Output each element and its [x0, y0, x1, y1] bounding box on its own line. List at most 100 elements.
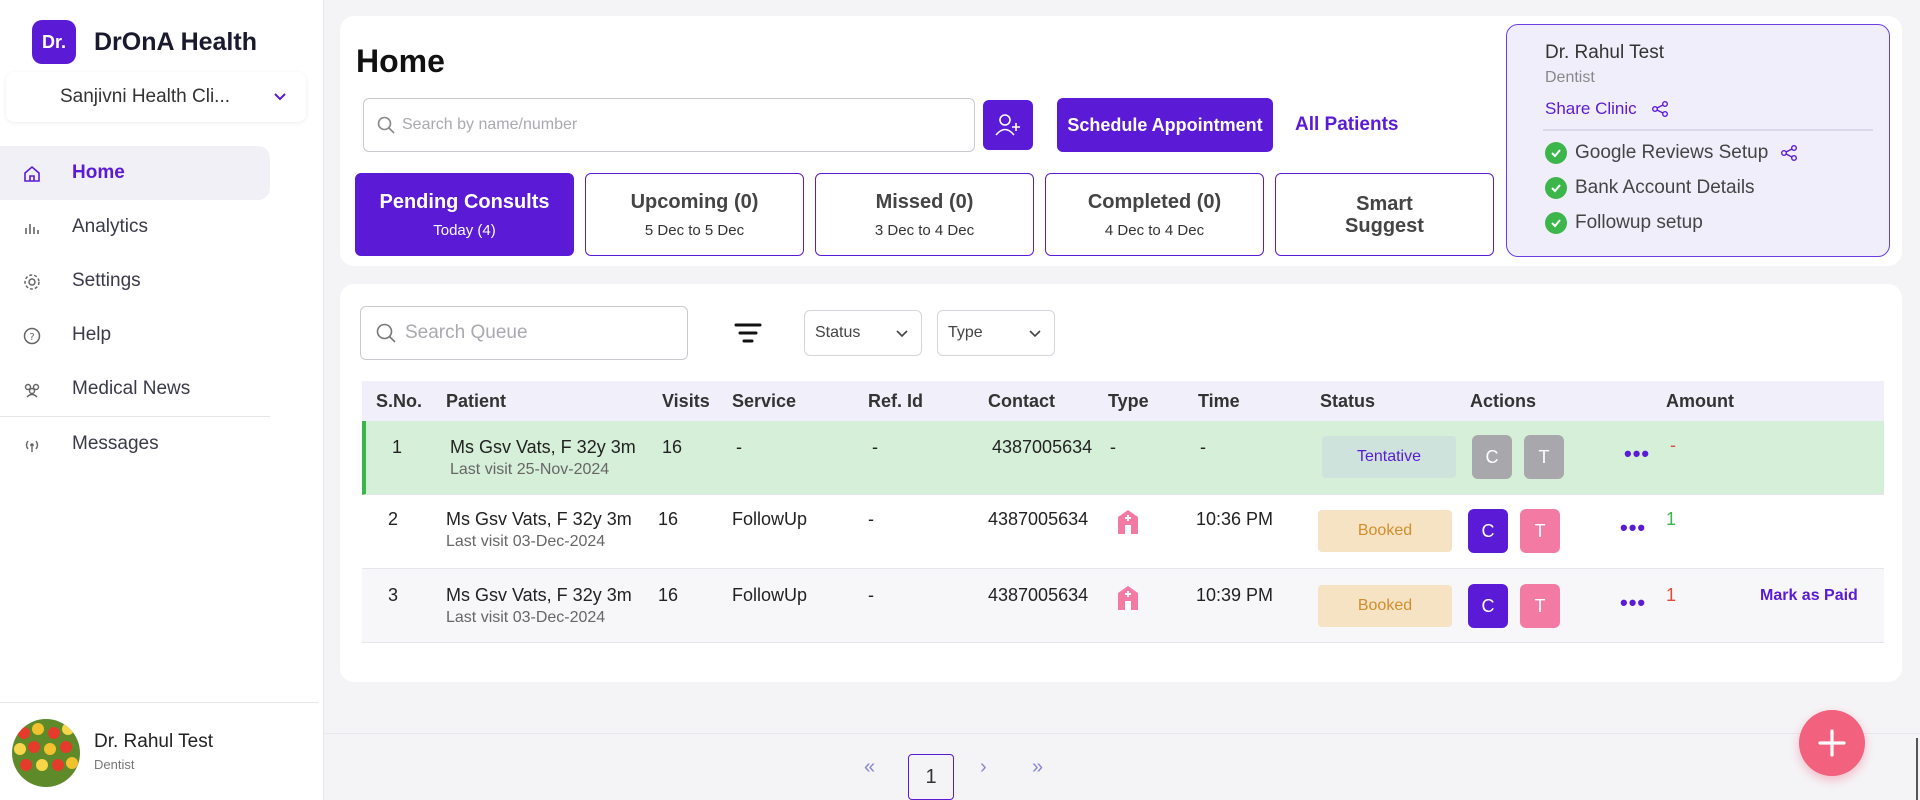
sidebar-item-messages[interactable]: Messages [0, 417, 324, 471]
sidebar-item-label: Analytics [72, 216, 149, 237]
check-circle-icon [1545, 142, 1567, 164]
sidebar-item-analytics[interactable]: Analytics [0, 200, 324, 254]
more-options-icon[interactable]: ••• [1620, 590, 1646, 616]
all-patients-link[interactable]: All Patients [1295, 114, 1398, 136]
consult-button[interactable]: C [1472, 435, 1512, 479]
chevron-down-icon [896, 330, 908, 338]
col-time: Time [1198, 391, 1240, 411]
col-type: Type [1108, 391, 1149, 411]
mark-as-paid-link[interactable]: Mark as Paid [1760, 587, 1858, 605]
col-actions: Actions [1470, 391, 1537, 411]
search-placeholder: Search by name/number [402, 116, 578, 133]
patient-search-input[interactable]: Search by name/number [363, 98, 975, 152]
add-patient-button[interactable] [983, 100, 1033, 150]
tab-upcoming[interactable]: Upcoming (0) 5 Dec to 5 Dec [585, 173, 804, 256]
checklist-label: Followup setup [1575, 212, 1703, 233]
profile-divider [1543, 129, 1873, 131]
cell-patient[interactable]: Ms Gsv Vats, F 32y 3m [446, 509, 632, 530]
tab-title: Pending Consults [379, 190, 550, 213]
cell-sno: 2 [388, 509, 399, 529]
schedule-appointment-button[interactable]: Schedule Appointment [1057, 98, 1273, 152]
tab-subtitle: 4 Dec to 4 Dec [1104, 221, 1205, 239]
checklist-bank-account[interactable]: Bank Account Details [1545, 177, 1755, 199]
cell-time: 10:36 PM [1196, 509, 1274, 529]
queue-table: S.No. Patient Visits Service Ref. Id Con… [362, 381, 1884, 643]
table-row[interactable]: 2 Ms Gsv Vats, F 32y 3m Last visit 03-De… [362, 495, 1884, 569]
cell-last-visit: Last visit 25-Nov-2024 [450, 461, 610, 478]
sidebar-nav: Home Analytics Settings ? Help Medical N… [0, 146, 324, 471]
consult-button[interactable]: C [1468, 584, 1508, 628]
teleconsult-button[interactable]: T [1520, 584, 1560, 628]
cell-visits: 16 [658, 585, 679, 605]
share-clinic-link[interactable]: Share Clinic [1545, 99, 1669, 119]
consult-button[interactable]: C [1468, 509, 1508, 553]
share-icon[interactable] [1780, 144, 1798, 162]
type-filter-dropdown[interactable]: Type [937, 310, 1055, 356]
first-page-button[interactable]: « [864, 756, 875, 779]
sidebar-item-medical-news[interactable]: Medical News [0, 362, 324, 416]
cell-time: - [1200, 437, 1206, 457]
tab-subtitle: Today (4) [433, 221, 496, 239]
cell-patient[interactable]: Ms Gsv Vats, F 32y 3m [450, 437, 636, 458]
sidebar-item-label: Home [72, 162, 125, 183]
tab-missed[interactable]: Missed (0) 3 Dec to 4 Dec [815, 173, 1034, 256]
clinic-selector-value: Sanjivni Health Cli... [60, 86, 231, 107]
cell-contact: 4387005634 [988, 585, 1089, 605]
avatar [12, 719, 80, 787]
table-row[interactable]: 3 Ms Gsv Vats, F 32y 3m Last visit 03-De… [362, 569, 1884, 643]
cell-type: - [1110, 437, 1116, 457]
status-badge[interactable]: Tentative [1322, 436, 1456, 478]
status-filter-dropdown[interactable]: Status [804, 310, 922, 356]
brand-name: DrOnA Health [94, 27, 257, 56]
cell-contact: 4387005634 [988, 509, 1089, 529]
brand[interactable]: Dr. DrOnA Health [32, 20, 257, 64]
filter-icon[interactable] [734, 322, 762, 344]
next-page-button[interactable]: › [980, 756, 987, 779]
tab-pending-consults[interactable]: Pending Consults Today (4) [355, 173, 574, 256]
checklist-google-reviews[interactable]: Google Reviews Setup [1545, 142, 1798, 164]
consult-tabs: Pending Consults Today (4) Upcoming (0) … [355, 173, 1494, 256]
status-badge[interactable]: Booked [1318, 510, 1452, 552]
current-page[interactable]: 1 [908, 754, 954, 800]
queue-card: Search Queue Status Type S.No. Patient V… [340, 284, 1902, 682]
cell-service: FollowUp [732, 585, 808, 605]
sidebar-item-help[interactable]: ? Help [0, 308, 324, 362]
table-row[interactable]: 1 Ms Gsv Vats, F 32y 3m Last visit 25-No… [362, 421, 1884, 495]
plus-icon [1818, 729, 1846, 757]
user-role: Dentist [94, 757, 135, 772]
tab-subtitle: 5 Dec to 5 Dec [644, 221, 745, 239]
sidebar-item-settings[interactable]: Settings [0, 254, 324, 308]
last-page-button[interactable]: » [1032, 756, 1043, 779]
cell-contact: 4387005634 [992, 437, 1093, 457]
col-patient: Patient [446, 391, 507, 411]
add-fab-button[interactable] [1799, 710, 1865, 776]
clinic-selector[interactable]: Sanjivni Health Cli... [6, 72, 306, 122]
more-options-icon[interactable]: ••• [1620, 515, 1646, 541]
user-profile-footer[interactable]: Dr. Rahul Test Dentist [0, 702, 318, 800]
sidebar-item-home[interactable]: Home [0, 146, 270, 200]
queue-search-input[interactable]: Search Queue [360, 306, 688, 360]
tab-completed[interactable]: Completed (0) 4 Dec to 4 Dec [1045, 173, 1264, 256]
tab-title: Smart Suggest [1345, 192, 1424, 237]
sidebar-item-label: Settings [72, 270, 141, 291]
profile-setup-panel: Dr. Rahul Test Dentist Share Clinic Goog… [1506, 24, 1890, 257]
tab-smart-suggest[interactable]: Smart Suggest [1275, 173, 1494, 256]
tab-title: Missed (0) [875, 190, 974, 213]
bar-chart-icon [25, 224, 39, 234]
table-header: S.No. Patient Visits Service Ref. Id Con… [362, 381, 1884, 421]
sidebar: Dr. DrOnA Health Sanjivni Health Cli... … [0, 0, 324, 800]
status-badge[interactable]: Booked [1318, 585, 1452, 627]
teleconsult-button[interactable]: T [1520, 509, 1560, 553]
cell-patient[interactable]: Ms Gsv Vats, F 32y 3m [446, 585, 632, 606]
pagination: « 1 › » [324, 733, 1920, 800]
more-options-icon[interactable]: ••• [1624, 441, 1650, 467]
add-user-icon [995, 114, 1020, 136]
teleconsult-button[interactable]: T [1524, 435, 1564, 479]
help-circle-icon: ? [23, 327, 41, 345]
broadcast-icon [25, 440, 39, 452]
svg-text:?: ? [29, 332, 34, 343]
scrollbar[interactable] [1916, 738, 1918, 800]
cell-ref-id: - [872, 437, 878, 457]
checklist-followup-setup[interactable]: Followup setup [1545, 212, 1703, 234]
sidebar-item-label: Medical News [72, 378, 191, 399]
